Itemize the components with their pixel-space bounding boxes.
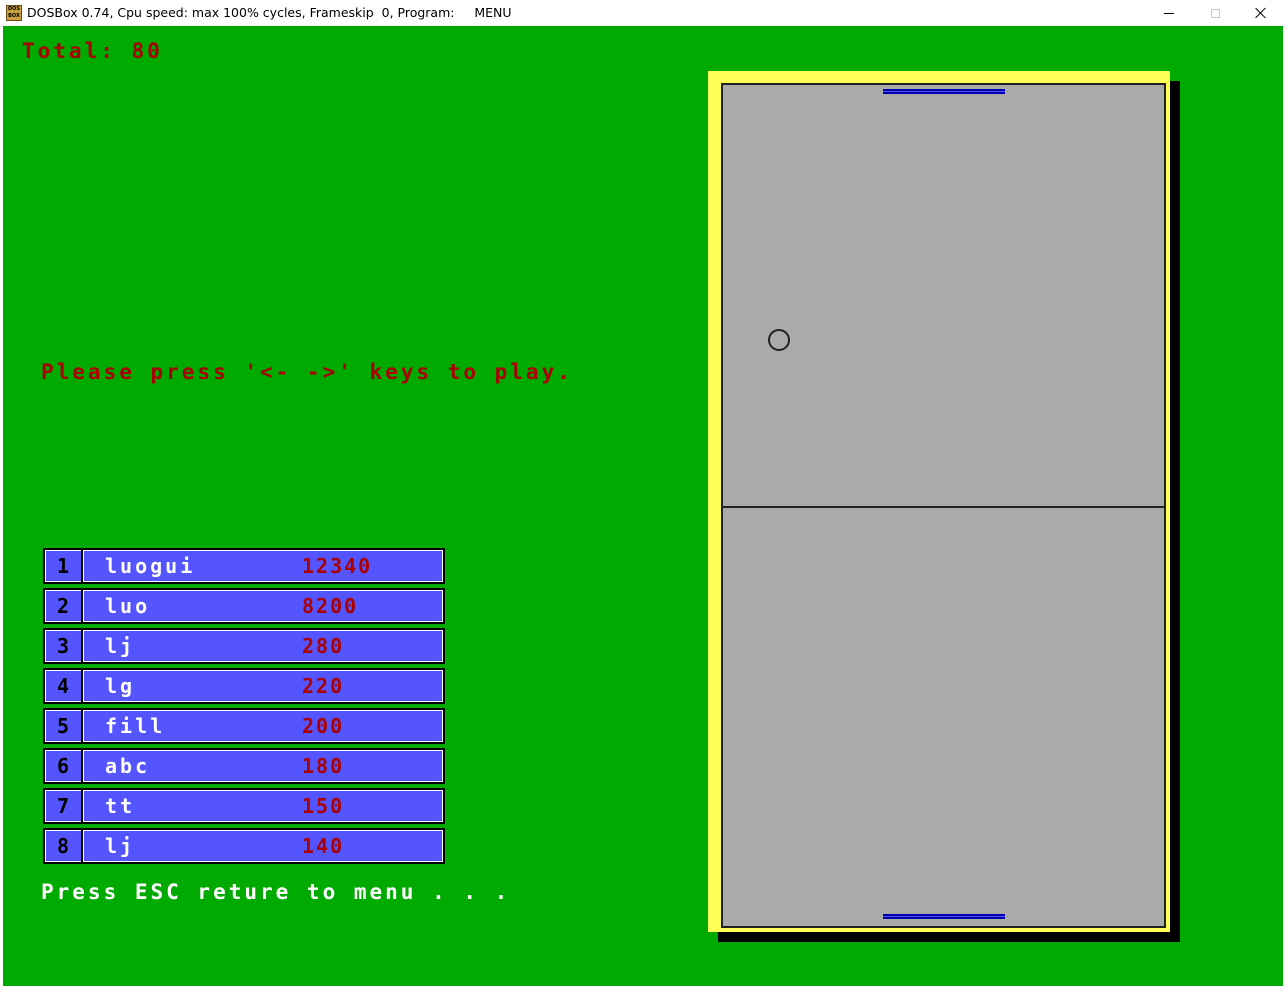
- title-bar[interactable]: DOS BOX DOSBox 0.74, Cpu speed: max 100%…: [0, 0, 1286, 27]
- player-name: lj: [105, 634, 136, 658]
- player-score: 220: [302, 674, 345, 698]
- player-paddle[interactable]: [883, 914, 1005, 919]
- rank-number: 6: [45, 750, 83, 782]
- player-name: luogui: [105, 554, 196, 578]
- court[interactable]: [721, 83, 1166, 928]
- leaderboard-row: 4 lg 220: [43, 668, 445, 704]
- minimize-button[interactable]: [1146, 0, 1192, 26]
- rank-number: 4: [45, 670, 83, 702]
- player-score: 280: [302, 634, 345, 658]
- close-icon: [1255, 7, 1267, 19]
- close-button[interactable]: [1238, 0, 1284, 26]
- court-midline: [723, 506, 1164, 508]
- player-name: abc: [105, 754, 151, 778]
- player-score: 12340: [302, 554, 373, 578]
- ball: [768, 329, 790, 351]
- maximize-button[interactable]: [1192, 0, 1238, 26]
- player-name: fill: [105, 714, 166, 738]
- leaderboard-row: 3 lj 280: [43, 628, 445, 664]
- player-name: tt: [105, 794, 136, 818]
- esc-hint: Press ESC reture to menu . . .: [41, 880, 511, 904]
- leaderboard-row: 5 fill 200: [43, 708, 445, 744]
- rank-number: 7: [45, 790, 83, 822]
- leaderboard-row: 7 tt 150: [43, 788, 445, 824]
- game-board[interactable]: [708, 71, 1180, 942]
- window-title: DOSBox 0.74, Cpu speed: max 100% cycles,…: [27, 5, 512, 20]
- player-name: lj: [105, 834, 136, 858]
- rank-number: 3: [45, 630, 83, 662]
- player-score: 8200: [302, 594, 359, 618]
- rank-number: 2: [45, 590, 83, 622]
- total-score: Total: 80: [22, 39, 163, 63]
- leaderboard-row: 2 luo 8200: [43, 588, 445, 624]
- minimize-icon: [1164, 12, 1174, 14]
- game-screen[interactable]: Total: 80 Please press '<- ->' keys to p…: [3, 26, 1283, 986]
- maximize-icon: [1210, 8, 1220, 18]
- rank-number: 8: [45, 830, 83, 862]
- player-score: 200: [302, 714, 345, 738]
- player-score: 180: [302, 754, 345, 778]
- leaderboard-row: 6 abc 180: [43, 748, 445, 784]
- player-name: lg: [105, 674, 136, 698]
- leaderboard-row: 8 lj 140: [43, 828, 445, 864]
- rank-number: 5: [45, 710, 83, 742]
- dosbox-app-icon[interactable]: DOS BOX: [6, 5, 22, 21]
- player-name: luo: [105, 594, 151, 618]
- play-instruction: Please press '<- ->' keys to play.: [41, 360, 573, 384]
- player-score: 140: [302, 834, 345, 858]
- player-score: 150: [302, 794, 345, 818]
- rank-number: 1: [45, 550, 83, 582]
- leaderboard-row: 1 luogui 12340: [43, 548, 445, 584]
- opponent-paddle: [883, 89, 1005, 94]
- dosbox-window: DOS BOX DOSBox 0.74, Cpu speed: max 100%…: [0, 0, 1286, 989]
